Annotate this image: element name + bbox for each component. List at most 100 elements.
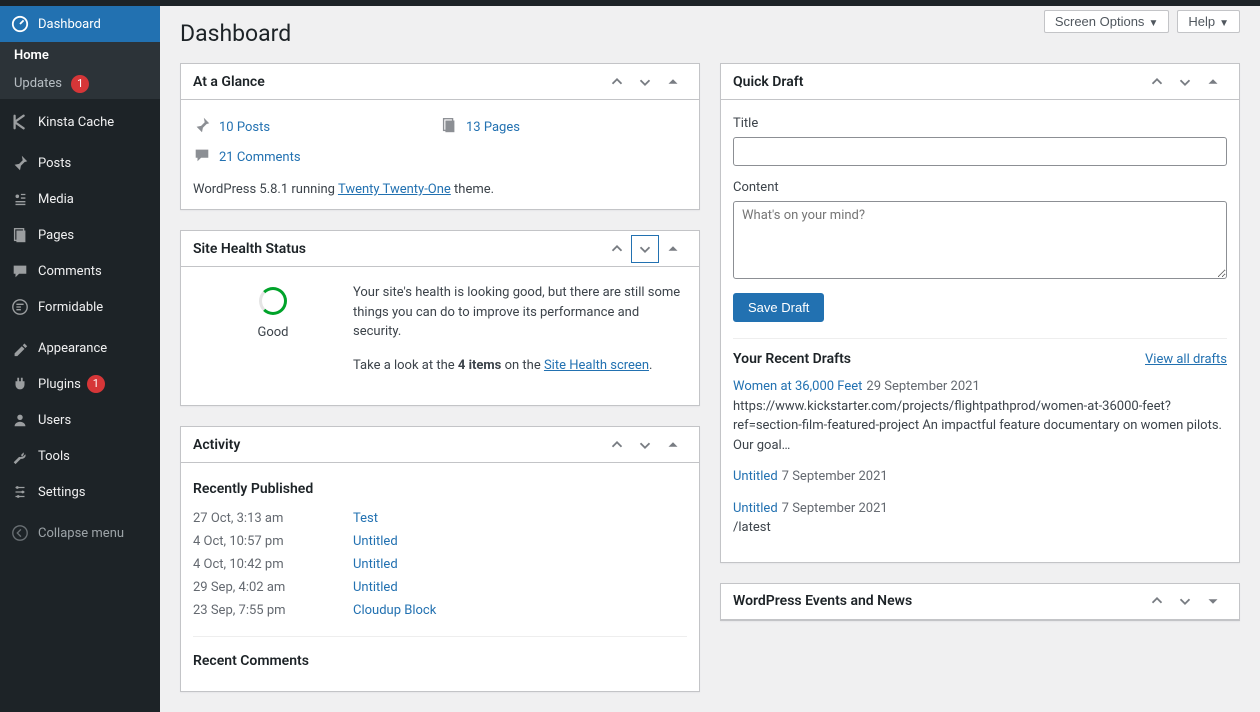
health-cta: Take a look at the 4 items on the Site H… — [353, 356, 687, 376]
toggle-button[interactable] — [659, 235, 687, 263]
pages-icon — [10, 225, 30, 245]
sidebar-item-label: Collapse menu — [38, 526, 124, 541]
move-up-button[interactable] — [1143, 587, 1171, 615]
sidebar-item-appearance[interactable]: Appearance — [0, 330, 160, 366]
sidebar-collapse[interactable]: Collapse menu — [0, 515, 160, 551]
site-health-box: Site Health Status Good Y — [180, 230, 700, 406]
activity-post-link[interactable]: Cloudup Block — [353, 603, 436, 618]
glance-posts: 10 Posts — [193, 112, 440, 142]
settings-icon — [10, 482, 30, 502]
sidebar-item-label: Posts — [38, 156, 71, 171]
move-down-button[interactable] — [631, 68, 659, 96]
move-up-button[interactable] — [1143, 68, 1171, 96]
move-down-button[interactable] — [1171, 68, 1199, 96]
sidebar-item-kinsta-cache[interactable]: Kinsta Cache — [0, 104, 160, 140]
sidebar-item-tools[interactable]: Tools — [0, 438, 160, 474]
at-a-glance-title: At a Glance — [193, 74, 265, 90]
activity-post-link[interactable]: Untitled — [353, 580, 398, 595]
kinsta-icon — [10, 112, 30, 132]
sidebar-item-label: Formidable — [38, 300, 103, 315]
view-all-drafts-link[interactable]: View all drafts — [1145, 352, 1227, 367]
health-status-label: Good — [193, 325, 353, 340]
move-up-button[interactable] — [603, 68, 631, 96]
draft-date: 7 September 2021 — [782, 469, 888, 484]
site-health-link[interactable]: Site Health screen — [544, 358, 649, 373]
move-down-button[interactable] — [1171, 587, 1199, 615]
submenu-updates[interactable]: Updates 1 — [0, 69, 160, 99]
draft-title-link[interactable]: Women at 36,000 Feet — [733, 379, 862, 394]
pages-link[interactable]: 13 Pages — [466, 120, 520, 135]
dashboard-icon — [10, 14, 30, 34]
toggle-button[interactable] — [659, 68, 687, 96]
toggle-button[interactable] — [1199, 587, 1227, 615]
recent-comments-heading: Recent Comments — [193, 647, 687, 679]
sidebar-item-label: Settings — [38, 485, 85, 500]
admin-sidebar: Dashboard Home Updates 1 Kinsta Cache Po… — [0, 6, 160, 712]
posts-link[interactable]: 10 Posts — [219, 120, 270, 135]
sidebar-item-formidable[interactable]: Formidable — [0, 289, 160, 325]
sidebar-item-comments[interactable]: Comments — [0, 253, 160, 289]
media-icon — [10, 189, 30, 209]
sidebar-item-users[interactable]: Users — [0, 402, 160, 438]
activity-row: 27 Oct, 3:13 amTest — [193, 507, 687, 530]
activity-post-link[interactable]: Test — [353, 511, 378, 526]
activity-post-link[interactable]: Untitled — [353, 557, 398, 572]
activity-row: 29 Sep, 4:02 amUntitled — [193, 576, 687, 599]
pin-icon — [10, 153, 30, 173]
health-description: Your site's health is looking good, but … — [353, 283, 687, 342]
activity-date: 4 Oct, 10:42 pm — [193, 557, 353, 572]
activity-title: Activity — [193, 437, 240, 453]
sidebar-item-plugins[interactable]: Plugins 1 — [0, 366, 160, 402]
move-down-button[interactable] — [631, 431, 659, 459]
save-draft-button[interactable]: Save Draft — [733, 293, 824, 322]
draft-excerpt: https://www.kickstarter.com/projects/fli… — [733, 397, 1227, 456]
glance-footer: WordPress 5.8.1 running Twenty Twenty-On… — [193, 172, 687, 197]
activity-row: 4 Oct, 10:42 pmUntitled — [193, 553, 687, 576]
sidebar-item-pages[interactable]: Pages — [0, 217, 160, 253]
activity-post-link[interactable]: Untitled — [353, 534, 398, 549]
sidebar-item-label: Pages — [38, 228, 74, 243]
sidebar-item-label: Media — [38, 192, 74, 207]
sidebar-item-label: Plugins — [38, 377, 81, 392]
draft-date: 7 September 2021 — [782, 501, 888, 516]
events-news-box: WordPress Events and News — [720, 583, 1240, 621]
title-label: Title — [733, 116, 1227, 131]
updates-badge: 1 — [71, 75, 89, 93]
draft-item: Untitled 7 September 2021 — [733, 467, 1227, 487]
sidebar-item-media[interactable]: Media — [0, 181, 160, 217]
appearance-icon — [10, 338, 30, 358]
sidebar-item-label: Comments — [38, 264, 102, 279]
collapse-icon — [10, 523, 30, 543]
help-button[interactable]: Help▼ — [1177, 10, 1240, 33]
at-a-glance-box: At a Glance 10 Posts — [180, 63, 700, 210]
sidebar-item-dashboard[interactable]: Dashboard — [0, 6, 160, 42]
sidebar-item-label: Users — [38, 413, 71, 428]
comments-link[interactable]: 21 Comments — [219, 150, 301, 165]
sidebar-item-label: Tools — [38, 449, 70, 464]
toggle-button[interactable] — [1199, 68, 1227, 96]
sidebar-item-settings[interactable]: Settings — [0, 474, 160, 510]
draft-content-textarea[interactable] — [733, 201, 1227, 279]
sidebar-item-label: Kinsta Cache — [38, 115, 114, 130]
activity-box: Activity Recently Published 27 Oct, 3:13… — [180, 426, 700, 692]
comments-icon — [10, 261, 30, 281]
sidebar-item-label: Dashboard — [38, 17, 101, 32]
draft-title-link[interactable]: Untitled — [733, 501, 778, 516]
theme-link[interactable]: Twenty Twenty-One — [338, 182, 451, 197]
draft-title-input[interactable] — [733, 137, 1227, 166]
move-down-button[interactable] — [631, 235, 659, 263]
formidable-icon — [10, 297, 30, 317]
sidebar-item-label: Appearance — [38, 341, 107, 356]
plugins-badge: 1 — [87, 375, 105, 393]
submenu-home[interactable]: Home — [0, 42, 160, 69]
move-up-button[interactable] — [603, 431, 631, 459]
plugins-icon — [10, 374, 30, 394]
toggle-button[interactable] — [659, 431, 687, 459]
activity-date: 29 Sep, 4:02 am — [193, 580, 353, 595]
draft-title-link[interactable]: Untitled — [733, 469, 778, 484]
tools-icon — [10, 446, 30, 466]
move-up-button[interactable] — [603, 235, 631, 263]
screen-options-button[interactable]: Screen Options▼ — [1044, 10, 1170, 33]
chevron-down-icon: ▼ — [1219, 18, 1229, 29]
sidebar-item-posts[interactable]: Posts — [0, 145, 160, 181]
